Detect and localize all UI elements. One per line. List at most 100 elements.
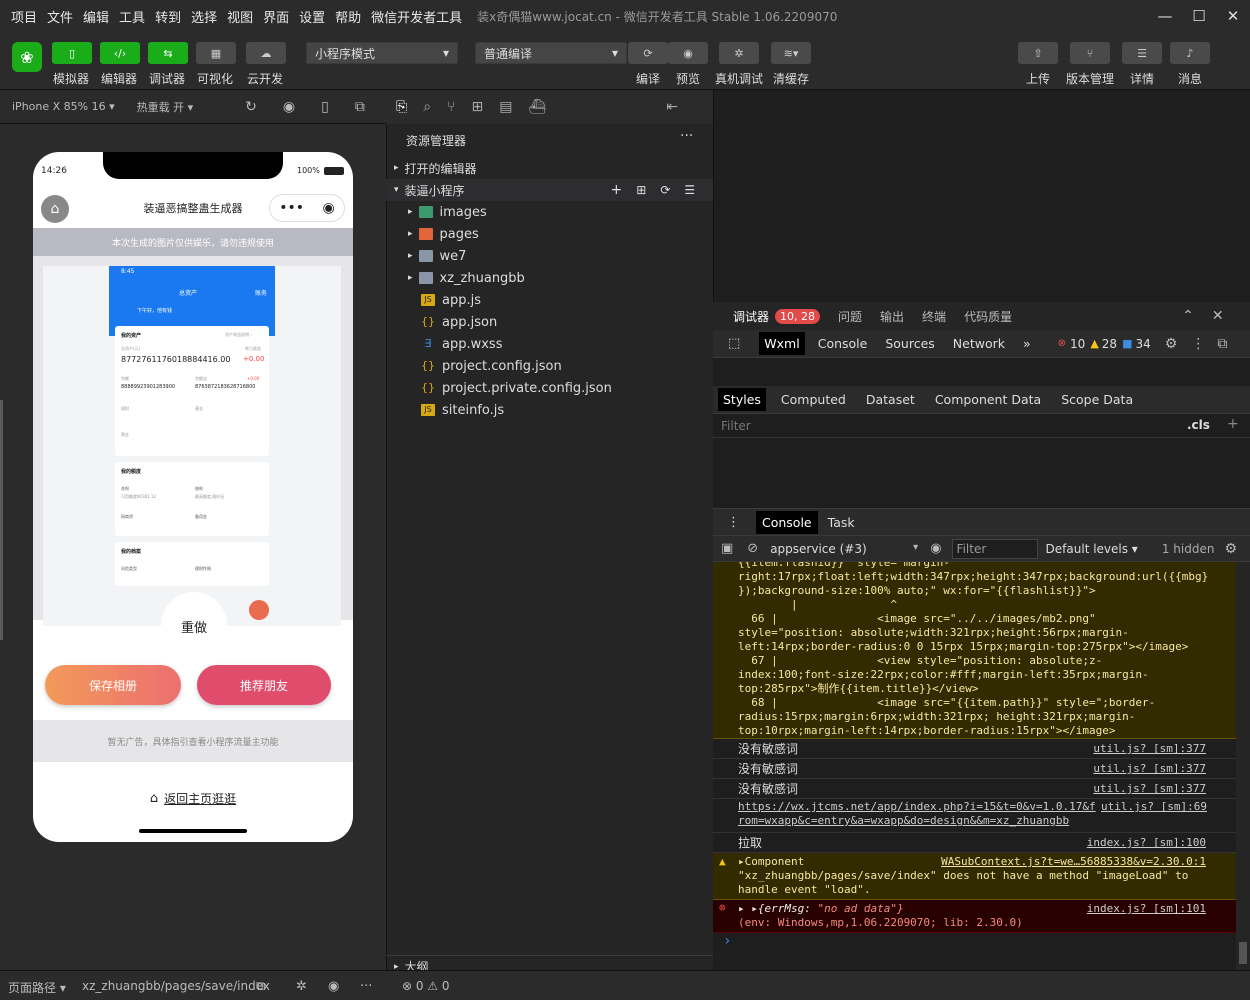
git-icon[interactable]: ⑂	[447, 99, 455, 115]
tab-wxml[interactable]: Wxml	[759, 332, 805, 355]
sidebar-toggle-icon[interactable]: ▣	[721, 541, 733, 556]
editor-button[interactable]: ‹/›	[100, 42, 140, 64]
tree-file[interactable]: {} app.json	[386, 311, 713, 333]
console-prompt[interactable]: ›	[713, 933, 1236, 949]
menu-tools[interactable]: 工具	[114, 7, 150, 26]
tab-scope-data[interactable]: Scope Data	[1056, 388, 1138, 411]
levels-select[interactable]: Default levels ▾	[1046, 542, 1138, 556]
context-select[interactable]: appservice (#3) ▾	[770, 542, 918, 556]
tab-sources[interactable]: Sources	[880, 332, 939, 355]
error-count[interactable]: 10	[1070, 337, 1085, 351]
extensions-icon[interactable]: ⊞	[471, 99, 483, 115]
tree-file[interactable]: {} project.private.config.json	[386, 377, 713, 399]
tree-folder[interactable]: ▸ we7	[386, 245, 713, 267]
inspect-icon[interactable]: ⬚	[723, 332, 745, 355]
eye-icon[interactable]: ◉	[930, 541, 941, 556]
menu-settings[interactable]: 设置	[294, 7, 330, 26]
warning-text[interactable]: ▸Component	[738, 855, 804, 869]
console-filter-input[interactable]: Filter	[951, 538, 1038, 559]
docker-icon[interactable]: ⛴	[528, 99, 546, 115]
compile-select[interactable]: 普通编译 ▾	[475, 42, 627, 64]
scrollbar[interactable]	[1236, 562, 1250, 970]
tab-code-quality[interactable]: 代码质量	[964, 308, 1012, 325]
stop-icon[interactable]: ◉	[283, 99, 295, 115]
upload-button[interactable]: ⇧	[1018, 42, 1058, 64]
log-source-link[interactable]: util.js? [sm]:377	[1093, 762, 1206, 775]
tab-console-drawer[interactable]: Console	[756, 510, 818, 534]
visual-button[interactable]: ▦	[196, 42, 236, 64]
tree-file[interactable]: JS siteinfo.js	[386, 399, 713, 421]
clear-console-icon[interactable]: ⊘	[747, 541, 758, 556]
version-button[interactable]: ⑂	[1070, 42, 1110, 64]
tab-debugger[interactable]: 调试器	[733, 308, 769, 325]
tab-network[interactable]: Network	[948, 332, 1010, 355]
more-icon[interactable]: ···	[680, 128, 693, 144]
clear-cache-button[interactable]: ≋▾	[771, 42, 811, 64]
chevron-up-icon[interactable]: ⌃	[1182, 308, 1194, 324]
tab-dataset[interactable]: Dataset	[861, 388, 920, 411]
error-key[interactable]: ▸ ▸{errMsg:	[738, 902, 817, 915]
kebab-icon[interactable]: ⋮	[1191, 336, 1205, 352]
device-select[interactable]: iPhone X 85% 16 ▾	[12, 100, 115, 113]
messages-button[interactable]: ♪	[1170, 42, 1210, 64]
tab-terminal[interactable]: 终端	[922, 308, 946, 325]
add-rule-icon[interactable]: +	[1227, 416, 1239, 432]
phone-icon[interactable]: ▯	[321, 99, 329, 115]
recommend-button[interactable]: 推荐朋友	[197, 665, 331, 705]
compile-button[interactable]: ⟳	[628, 42, 668, 64]
tree-file[interactable]: JS app.js	[386, 289, 713, 311]
open-editors-section[interactable]: ▸ 打开的编辑器	[386, 157, 713, 179]
tab-computed[interactable]: Computed	[776, 388, 851, 411]
log-source-link[interactable]: util.js? [sm]:377	[1093, 742, 1206, 755]
tree-file[interactable]: {} project.config.json	[386, 355, 713, 377]
maximize-icon[interactable]: ☐	[1182, 0, 1216, 32]
gear-icon[interactable]: ⚙	[1165, 336, 1178, 352]
styles-filter-input[interactable]	[717, 416, 1177, 436]
mode-select[interactable]: 小程序模式 ▾	[306, 42, 458, 64]
cloud-button[interactable]: ☁	[246, 42, 286, 64]
close-circle-icon[interactable]: ◉	[323, 200, 335, 216]
preview-button[interactable]: ◉	[668, 42, 708, 64]
details-button[interactable]: ☰	[1122, 42, 1162, 64]
bug-icon[interactable]: ✲	[296, 979, 307, 994]
tree-folder[interactable]: ▸ pages	[386, 223, 713, 245]
avatar[interactable]: ❀	[12, 42, 42, 72]
dock-icon[interactable]: ⧉	[1217, 336, 1227, 352]
tree-folder[interactable]: ▸ images	[386, 201, 713, 223]
tab-console[interactable]: Console	[813, 332, 873, 355]
more-icon[interactable]: ···	[360, 979, 372, 994]
page-path-select[interactable]: 页面路径 ▾	[8, 979, 66, 996]
info-count[interactable]: 34	[1135, 337, 1150, 351]
collapse-panel-icon[interactable]: ⇤	[666, 99, 678, 115]
menu-help[interactable]: 帮助	[330, 7, 366, 26]
storage-icon[interactable]: ▤	[499, 99, 512, 115]
search-icon[interactable]: ⌕	[423, 99, 431, 115]
menu-edit[interactable]: 编辑	[78, 7, 114, 26]
project-section[interactable]: ▾ 装逼小程序 + ⊞ ⟳ ☰	[386, 179, 713, 201]
close-icon[interactable]: ✕	[1212, 308, 1224, 324]
kebab-icon[interactable]: ⋮	[721, 511, 746, 534]
menu-view[interactable]: 视图	[222, 7, 258, 26]
copy-icon[interactable]: ⧉	[256, 979, 265, 994]
menu-project[interactable]: 项目	[6, 7, 42, 26]
menu-wechat-devtools[interactable]: 微信开发者工具	[366, 7, 467, 26]
scrollbar-thumb[interactable]	[1239, 942, 1247, 964]
menu-select[interactable]: 选择	[186, 7, 222, 26]
files-icon[interactable]: ⎘	[396, 99, 407, 115]
close-icon[interactable]: ✕	[1216, 0, 1250, 32]
log-source-link[interactable]: WASubContext.js?t=we…56885338&v=2.30.0:1	[941, 855, 1206, 869]
warning-count[interactable]: 28	[1102, 337, 1117, 351]
scrollbar[interactable]	[0, 400, 3, 640]
redo-button[interactable]: 重做	[161, 617, 227, 636]
cls-toggle[interactable]: .cls	[1187, 418, 1210, 432]
new-folder-icon[interactable]: ⊞	[636, 183, 646, 197]
tab-problems[interactable]: 问题	[838, 308, 862, 325]
popout-icon[interactable]: ⧉	[355, 99, 365, 115]
log-url-link[interactable]: rom=wxapp&c=entry&a=wxapp&do=design&&m=x…	[738, 814, 1206, 828]
refresh-icon[interactable]: ⟳	[660, 183, 670, 197]
minimize-icon[interactable]: —	[1148, 0, 1182, 32]
more-tabs-icon[interactable]: »	[1018, 332, 1036, 355]
debugger-button[interactable]: ⇆	[148, 42, 188, 64]
log-source-link[interactable]: index.js? [sm]:101	[1087, 902, 1206, 916]
simulator-button[interactable]: ▯	[52, 42, 92, 64]
